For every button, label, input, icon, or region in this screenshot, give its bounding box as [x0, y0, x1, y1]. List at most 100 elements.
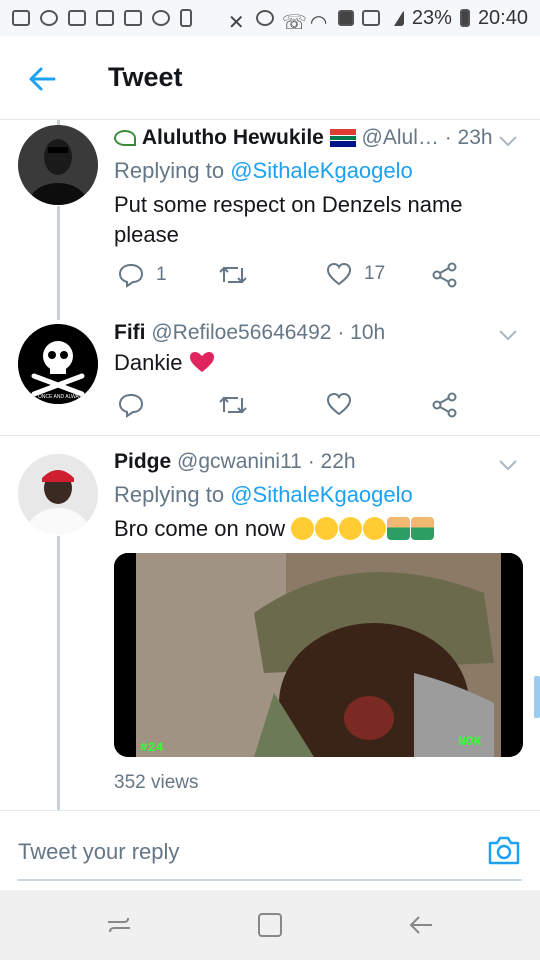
red-heart-emoji-icon [189, 352, 214, 372]
notification-icons [12, 9, 192, 27]
status-bar: ✕ ☏ ◠ 23% 20:40 [0, 0, 540, 36]
display-name[interactable]: Fifi [114, 321, 146, 344]
reply-mention-link[interactable]: @SithaleKgaogelo [230, 482, 413, 507]
back-arrow-icon[interactable] [26, 62, 60, 96]
reply-button[interactable] [118, 392, 144, 418]
tweet-reply[interactable]: Alulutho Hewukile @Alul… · 23h Replying … [0, 120, 540, 310]
tweet-time: · 22h [307, 450, 356, 473]
reply-mention-link[interactable]: @SithaleKgaogelo [230, 158, 413, 183]
avatar[interactable] [18, 125, 98, 205]
alarm-icon [255, 10, 274, 26]
camera-icon[interactable] [486, 833, 522, 867]
wifi-icon: ◠ [309, 12, 328, 34]
skull-crossbones-icon [18, 324, 98, 404]
whatsapp-icon [40, 10, 58, 26]
video-frame: #24 NOK [114, 553, 523, 757]
user-handle[interactable]: @Refiloe56646492 [151, 321, 331, 344]
laughing-emoji-icon [315, 517, 339, 540]
gmail-icon [96, 10, 114, 26]
video-tag-right: NOK [458, 734, 482, 749]
tweet-text: Bro come on now [114, 514, 514, 544]
retweet-icon [219, 266, 247, 284]
reply-composer: Tweet your reply [0, 810, 540, 890]
share-button[interactable] [432, 392, 458, 418]
tweet-header: Pidge @gcwanini11 · 22h [114, 450, 356, 474]
app-bar: Tweet [0, 36, 540, 120]
avatar-photo [18, 125, 98, 205]
heart-icon [326, 392, 352, 416]
reply-icon [118, 263, 144, 288]
shrug-emoji-icon [411, 517, 435, 540]
tweet-header: Alulutho Hewukile @Alul… · 23h [114, 126, 493, 150]
chevron-down-icon[interactable] [498, 328, 518, 342]
tweet-time: · 23h [444, 126, 493, 149]
retweet-button[interactable] [218, 392, 248, 418]
share-icon [432, 262, 457, 288]
reply-count: 1 [156, 264, 167, 285]
display-name[interactable]: Pidge [114, 450, 171, 473]
mute-icon: ✕ [227, 12, 245, 34]
reply-icon [118, 393, 144, 418]
input-underline [18, 879, 522, 881]
retweet-icon [219, 396, 247, 414]
tweet-text: Dankie [114, 348, 514, 378]
reply-button[interactable]: 1 [118, 262, 167, 288]
avatar-photo [18, 454, 98, 534]
user-handle[interactable]: @gcwanini11 [177, 450, 302, 473]
avatar[interactable]: ONCE AND ALWAYS [18, 324, 98, 404]
tweet-text: Put some respect on Denzels name please [114, 192, 463, 247]
replying-to-label: Replying to [114, 158, 231, 183]
video-tag-left: #24 [140, 740, 164, 755]
avatar-caption: ONCE AND ALWAYS [38, 394, 86, 400]
heart-icon [326, 262, 352, 286]
chevron-down-icon[interactable] [498, 134, 518, 148]
replying-to: Replying to @SithaleKgaogelo [114, 158, 413, 184]
message-icon [12, 10, 30, 26]
clock: 20:40 [477, 6, 528, 29]
tweet-text-content: Bro come on now [114, 516, 286, 541]
sim-icon [337, 10, 354, 26]
recent-apps-icon[interactable] [104, 910, 134, 940]
avatar[interactable] [18, 454, 98, 534]
signal-icon [388, 10, 404, 26]
laughing-emoji-icon [291, 517, 315, 540]
gallery-icon [124, 10, 142, 26]
laughing-emoji-icon [339, 517, 363, 540]
share-button[interactable] [432, 262, 458, 288]
system-icons: ✕ ☏ ◠ 23% 20:40 [227, 6, 528, 35]
replying-to-label: Replying to [114, 482, 231, 507]
reply-input[interactable]: Tweet your reply [18, 839, 179, 865]
user-handle[interactable]: @Alul… [362, 126, 439, 149]
like-count: 17 [364, 263, 386, 284]
tweet-actions: 1 17 [114, 262, 474, 292]
tweet-header: Fifi @Refiloe56646492 · 10h [114, 321, 385, 345]
sd-card-icon [180, 9, 192, 27]
back-icon[interactable] [406, 910, 436, 940]
replying-to: Replying to @SithaleKgaogelo [114, 482, 413, 508]
tweet-time: · 10h [337, 321, 386, 344]
home-icon[interactable] [255, 910, 285, 940]
settings-icon [152, 10, 170, 26]
call-icon: ☏ [281, 12, 307, 34]
tweet-text-content: Dankie [114, 350, 183, 375]
display-name[interactable]: Alulutho Hewukile [142, 126, 324, 149]
video-thumbnail[interactable]: #24 NOK [114, 553, 523, 757]
tweet-reply[interactable]: ONCE AND ALWAYS Fifi @Refiloe56646492 · … [0, 310, 540, 434]
gmail-icon [68, 10, 86, 26]
tweet-actions [114, 392, 474, 422]
retweet-button[interactable] [218, 262, 248, 288]
battery-icon [459, 9, 470, 27]
shrug-emoji-icon [387, 517, 411, 540]
scrollbar[interactable] [534, 676, 540, 718]
chevron-down-icon[interactable] [498, 458, 518, 472]
like-button[interactable] [326, 392, 352, 416]
emoji-row [291, 517, 435, 540]
laughing-emoji-icon [363, 517, 387, 540]
share-icon [432, 392, 457, 418]
leaf-emoji-icon [114, 130, 136, 147]
south-africa-flag-icon [329, 129, 356, 148]
system-nav-bar [0, 890, 540, 960]
like-button[interactable]: 17 [326, 262, 385, 286]
page-title: Tweet [108, 62, 183, 92]
battery-percent: 23% [411, 6, 452, 29]
